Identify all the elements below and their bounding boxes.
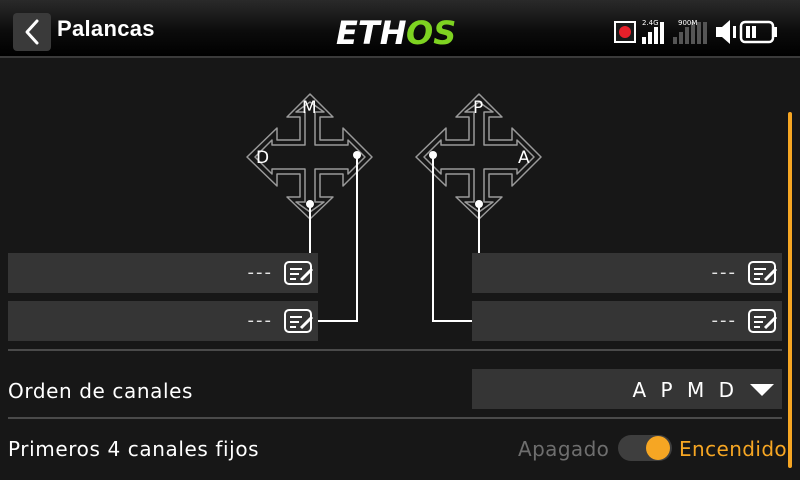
- channel-order-select[interactable]: A P M D: [472, 369, 782, 409]
- right-stick-top-label: P: [473, 98, 483, 118]
- edit-icon[interactable]: [746, 258, 780, 288]
- connector-dot: [429, 151, 437, 159]
- edit-icon[interactable]: [282, 306, 316, 336]
- fixed-channels-toggle[interactable]: [618, 435, 672, 461]
- connector-dot: [353, 151, 361, 159]
- toggle-on-label[interactable]: Encendido: [679, 437, 787, 461]
- left-lower-field[interactable]: ---: [8, 301, 318, 341]
- toggle-knob: [646, 436, 670, 460]
- left-upper-field[interactable]: ---: [8, 253, 318, 293]
- left-lower-value: ---: [247, 310, 273, 331]
- connector-left-horizontal: [318, 155, 358, 322]
- edit-icon[interactable]: [746, 306, 780, 336]
- left-stick-left-label: D: [256, 148, 269, 168]
- fixed-channels-label: Primeros 4 canales fijos: [8, 437, 260, 461]
- left-stick-top-label: M: [302, 98, 317, 118]
- channel-order-value: A P M D: [632, 378, 738, 402]
- left-upper-value: ---: [247, 262, 273, 283]
- left-stick-cross-inner: [254, 101, 366, 213]
- edit-icon[interactable]: [282, 258, 316, 288]
- connector-dot: [306, 200, 314, 208]
- dropdown-arrow-icon: [750, 384, 774, 396]
- right-stick-right-label: A: [518, 148, 530, 168]
- toggle-off-label[interactable]: Apagado: [518, 437, 609, 461]
- right-lower-field[interactable]: ---: [472, 301, 782, 341]
- channel-order-label: Orden de canales: [8, 379, 194, 403]
- connector-dot: [475, 200, 483, 208]
- divider: [8, 349, 782, 351]
- scrollbar[interactable]: [788, 112, 792, 468]
- right-upper-field[interactable]: ---: [472, 253, 782, 293]
- divider: [8, 417, 782, 419]
- right-lower-value: ---: [711, 310, 737, 331]
- right-upper-value: ---: [711, 262, 737, 283]
